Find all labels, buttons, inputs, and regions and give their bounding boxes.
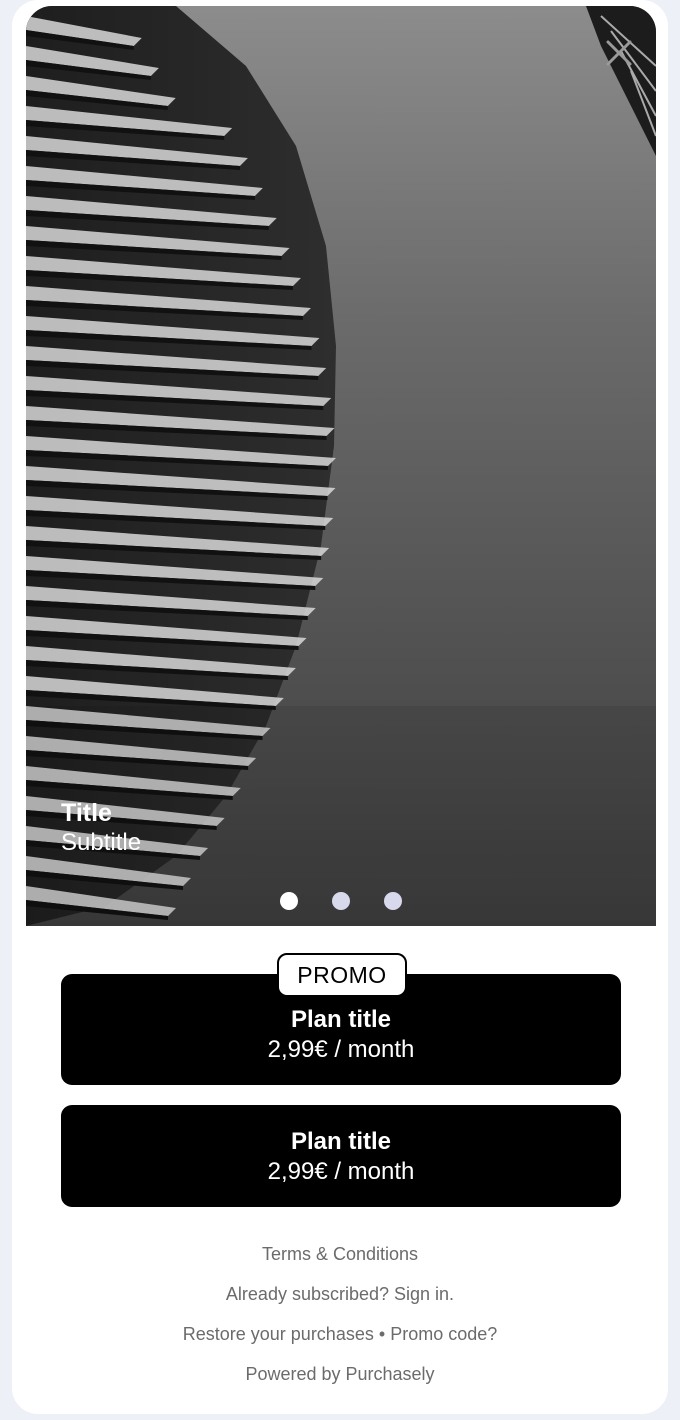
plan-price: 2,99€ / month — [267, 1158, 415, 1185]
pagination-dot-2[interactable] — [332, 892, 350, 910]
restore-purchases-link[interactable]: Restore your purchases — [183, 1324, 374, 1344]
close-icon — [606, 40, 632, 66]
paywall-card: Title Subtitle Plan title 2,99€ / month … — [12, 0, 668, 1414]
hero-title: Title — [61, 799, 112, 827]
terms-link[interactable]: Terms & Conditions — [262, 1244, 418, 1264]
plan-price: 2,99€ / month — [267, 1036, 415, 1063]
pagination-dot-3[interactable] — [384, 892, 402, 910]
powered-by-text: Powered by Purchasely — [245, 1364, 435, 1384]
powered-by-row: Powered by Purchasely — [12, 1363, 668, 1385]
promo-code-link[interactable]: Promo code? — [390, 1324, 497, 1344]
plan-title: Plan title — [290, 1128, 392, 1155]
close-button[interactable] — [602, 36, 636, 70]
plan-button[interactable]: Plan title 2,99€ / month — [61, 1105, 621, 1207]
hero-subtitle: Subtitle — [61, 829, 142, 856]
hero-carousel[interactable]: Title Subtitle — [26, 6, 656, 926]
footer-separator: • — [378, 1324, 386, 1344]
terms-row: Terms & Conditions — [12, 1243, 668, 1265]
restore-promo-row: Restore your purchases • Promo code? — [12, 1323, 668, 1345]
pagination-dot-1[interactable] — [280, 892, 298, 910]
carousel-pagination — [26, 892, 656, 910]
sign-in-row: Already subscribed? Sign in. — [12, 1283, 668, 1305]
sign-in-link[interactable]: Already subscribed? Sign in. — [226, 1284, 454, 1304]
building-photo — [26, 6, 656, 926]
plan-title: Plan title — [290, 1006, 392, 1033]
promo-badge: PROMO — [277, 953, 407, 997]
